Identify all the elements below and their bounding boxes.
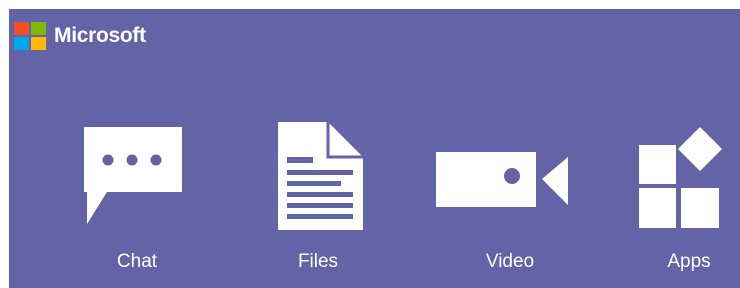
chat-bubble-icon — [84, 127, 182, 224]
video-camera-icon — [436, 152, 568, 207]
feature-label-chat: Chat — [116, 251, 158, 272]
apps-grid-icon — [639, 127, 722, 228]
document-icon — [278, 122, 363, 230]
feature-files: Files — [238, 117, 398, 287]
feature-chat: Chat — [57, 117, 217, 287]
feature-apps: Apps — [609, 117, 740, 287]
brand-name: Microsoft — [54, 24, 146, 47]
feature-label-files: Files — [297, 251, 339, 272]
feature-label-video: Video — [485, 251, 535, 272]
feature-label-apps: Apps — [667, 251, 711, 272]
feature-video: Video — [430, 117, 590, 287]
microsoft-brand: Microsoft — [14, 22, 146, 50]
teams-feature-banner: Microsoft Chat Files Video Apps — [9, 9, 740, 288]
microsoft-logo-icon — [14, 22, 46, 50]
